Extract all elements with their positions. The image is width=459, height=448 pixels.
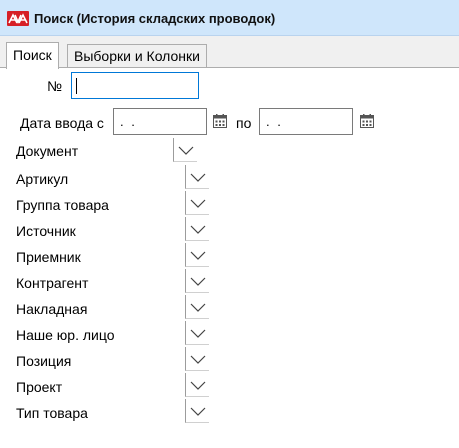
app-logo-icon: [7, 11, 29, 26]
date-to-input[interactable]: . .: [259, 108, 353, 135]
field-label-receiver: Приемник: [16, 249, 81, 265]
chevron-down-icon: [190, 199, 206, 208]
product-type-dropdown-button[interactable]: [185, 399, 209, 423]
number-label: №: [47, 78, 63, 94]
field-label-invoice: Накладная: [16, 301, 88, 317]
chevron-down-icon: [190, 251, 206, 260]
article-dropdown-button[interactable]: [185, 165, 209, 189]
tab-selections-columns[interactable]: Выборки и Колонки: [67, 44, 207, 68]
position-dropdown-button[interactable]: [185, 347, 209, 371]
counterparty-dropdown-button[interactable]: [185, 269, 209, 293]
title-bar: Поиск (История складских проводок): [0, 0, 459, 36]
window-title: Поиск (История складских проводок): [34, 11, 276, 26]
field-label-counterparty: Контрагент: [16, 275, 89, 291]
field-label-article: Артикул: [16, 171, 69, 187]
number-input[interactable]: [71, 72, 199, 99]
invoice-dropdown-button[interactable]: [185, 295, 209, 319]
search-panel: № Дата ввода с . . по . . Документ Артик…: [0, 67, 459, 448]
chevron-down-icon: [178, 146, 194, 155]
field-label-project: Проект: [16, 379, 63, 395]
field-label-document: Документ: [16, 143, 79, 159]
project-dropdown-button[interactable]: [185, 373, 209, 397]
tab-strip: Поиск Выборки и Колонки: [0, 36, 459, 69]
product-group-dropdown-button[interactable]: [185, 191, 209, 215]
chevron-down-icon: [190, 277, 206, 286]
chevron-down-icon: [190, 407, 206, 416]
field-label-product-type: Тип товара: [16, 405, 88, 421]
receiver-dropdown-button[interactable]: [185, 243, 209, 267]
date-from-label: Дата ввода с: [20, 115, 104, 131]
date-to-label: по: [236, 115, 252, 131]
calendar-icon[interactable]: [213, 114, 227, 128]
text-caret: [76, 78, 77, 94]
chevron-down-icon: [190, 381, 206, 390]
tab-search[interactable]: Поиск: [6, 42, 59, 69]
chevron-down-icon: [190, 329, 206, 338]
date-from-input[interactable]: . .: [113, 108, 207, 135]
document-dropdown-button[interactable]: [173, 138, 197, 162]
chevron-down-icon: [190, 225, 206, 234]
source-dropdown-button[interactable]: [185, 217, 209, 241]
calendar-icon[interactable]: [360, 114, 374, 128]
field-label-source: Источник: [16, 223, 76, 239]
chevron-down-icon: [190, 173, 206, 182]
legal-entity-dropdown-button[interactable]: [185, 321, 209, 345]
chevron-down-icon: [190, 355, 206, 364]
chevron-down-icon: [190, 303, 206, 312]
field-label-our-legal-entity: Наше юр. лицо: [16, 327, 115, 343]
field-label-position: Позиция: [16, 353, 72, 369]
field-label-product-group: Группа товара: [16, 197, 109, 213]
